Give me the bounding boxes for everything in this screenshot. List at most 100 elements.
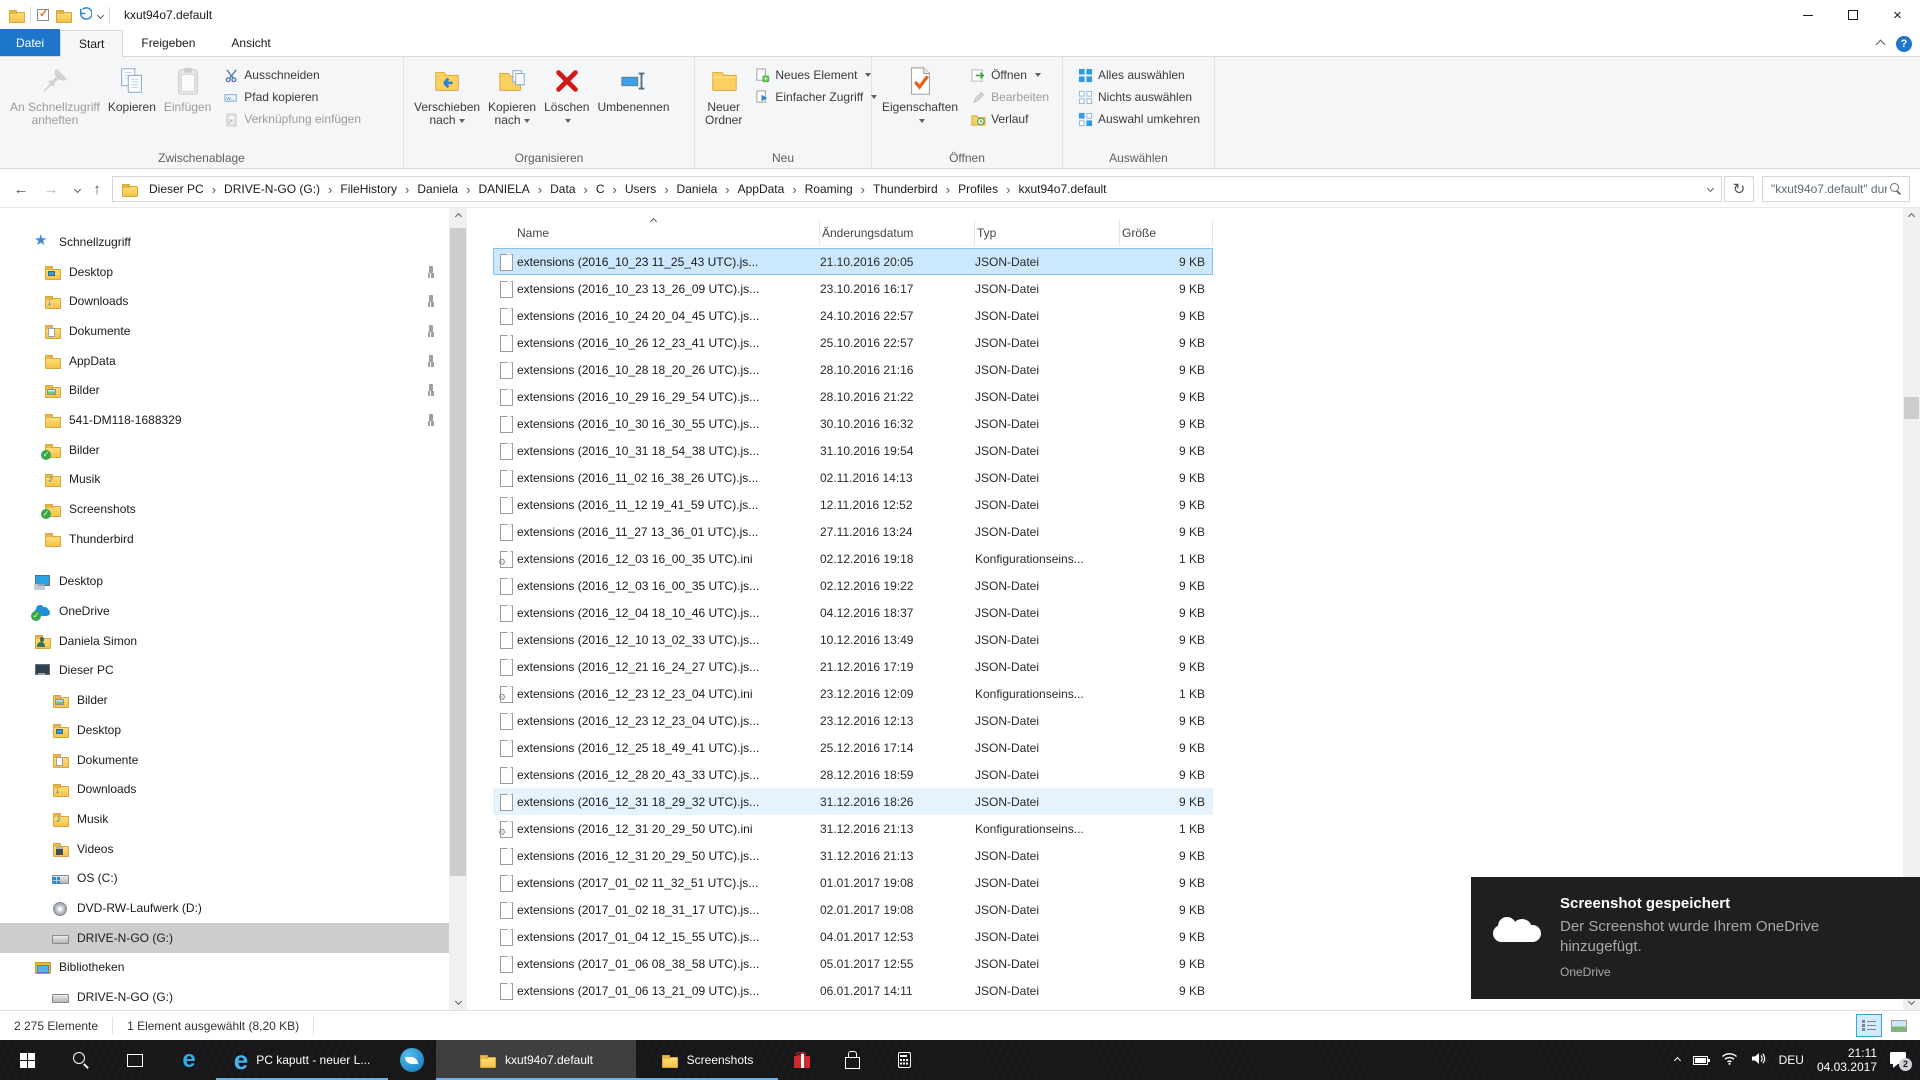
file-row[interactable]: extensions (2017_01_02 11_32_51 UTC).js.… — [493, 869, 1213, 896]
file-row[interactable]: extensions (2017_01_06 08_38_58 UTC).js.… — [493, 950, 1213, 977]
battery-icon[interactable] — [1692, 1055, 1710, 1065]
taskbar-button-gift-app[interactable] — [778, 1040, 826, 1080]
action-center-icon[interactable]: 2 — [1890, 1051, 1912, 1071]
taskbar-button-ie-window[interactable]: e PC kaputt - neuer L... — [216, 1040, 388, 1080]
breadcrumb-item[interactable]: Profiles — [952, 177, 1004, 201]
refresh-button[interactable]: ↻ — [1724, 176, 1754, 202]
file-row[interactable]: extensions (2017_01_02 18_31_17 UTC).js.… — [493, 896, 1213, 923]
column-header-typ[interactable]: Typ — [975, 220, 1120, 246]
sidebar-item-musik[interactable]: ♪ Musik — [0, 804, 449, 834]
back-button[interactable]: ← — [8, 176, 34, 202]
taskbar-button-start[interactable] — [0, 1040, 54, 1080]
breadcrumb-item[interactable]: Thunderbird — [867, 177, 944, 201]
breadcrumb-item[interactable]: Users — [619, 177, 662, 201]
file-row[interactable]: extensions (2016_12_23 12_23_04 UTC).js.… — [493, 707, 1213, 734]
edit-button[interactable]: Bearbeiten — [966, 86, 1053, 108]
breadcrumb-item[interactable]: Data — [544, 177, 581, 201]
file-row[interactable]: extensions (2016_10_31 18_54_38 UTC).js.… — [493, 437, 1213, 464]
pinned-icon[interactable] — [424, 413, 437, 427]
copy-to-button[interactable]: Kopieren nach — [484, 60, 540, 127]
pin-to-quick-access-button[interactable]: An Schnellzugriff anheften — [6, 60, 104, 130]
sidebar-item-drive-n-go-g-[interactable]: DRIVE-N-GO (G:) — [0, 922, 449, 953]
sidebar-item-bilder[interactable]: Bilder — [0, 685, 449, 715]
qat-undo-icon[interactable] — [77, 6, 93, 24]
taskbar-button-calculator[interactable] — [878, 1040, 930, 1080]
easy-access-button[interactable]: Einfacher Zugriff — [750, 86, 881, 108]
breadcrumb-item[interactable]: Roaming — [799, 177, 859, 201]
open-button[interactable]: Öffnen — [966, 64, 1053, 86]
sidebar-item-541-dm118-1688329[interactable]: 541-DM118-1688329 — [0, 405, 449, 435]
file-row[interactable]: extensions (2016_12_03 16_00_35 UTC).js.… — [493, 572, 1213, 599]
sidebar-item-appdata[interactable]: AppData — [0, 346, 449, 376]
volume-icon[interactable] — [1751, 1052, 1766, 1068]
properties-button[interactable]: Eigenschaften — [878, 60, 962, 130]
paste-shortcut-button[interactable]: Verknüpfung einfügen — [219, 108, 365, 130]
delete-button[interactable]: Löschen — [540, 60, 593, 127]
pinned-icon[interactable] — [424, 265, 437, 278]
sidebar-item-drive-n-go-g-[interactable]: DRIVE-N-GO (G:) — [0, 982, 449, 1010]
taskbar-button-thunderbird[interactable] — [388, 1040, 436, 1080]
sidebar-item-desktop[interactable]: Desktop — [0, 715, 449, 745]
minimize-button[interactable] — [1785, 0, 1830, 30]
taskbar-button-store[interactable] — [826, 1040, 878, 1080]
invert-selection-button[interactable]: Auswahl umkehren — [1073, 108, 1204, 130]
file-row[interactable]: extensions (2017_01_04 12_15_55 UTC).js.… — [493, 923, 1213, 950]
forward-button[interactable]: → — [38, 176, 64, 202]
file-row[interactable]: extensions (2016_12_31 18_29_32 UTC).js.… — [493, 788, 1213, 815]
qat-customize-chevron-icon[interactable] — [96, 11, 105, 19]
scroll-up-icon[interactable] — [449, 208, 467, 225]
move-to-button[interactable]: Verschieben nach — [410, 60, 484, 127]
select-none-button[interactable]: Nichts auswählen — [1073, 86, 1204, 108]
file-list-scrollbar-thumb[interactable] — [1904, 397, 1919, 419]
rename-button[interactable]: Umbenennen — [593, 60, 673, 127]
language-indicator[interactable]: DEU — [1779, 1053, 1804, 1067]
file-row[interactable]: extensions (2016_10_28 18_20_26 UTC).js.… — [493, 356, 1213, 383]
taskbar-button-explorer-kxut94o7[interactable]: kxut94o7.default — [436, 1040, 636, 1080]
scroll-up-icon[interactable] — [1903, 208, 1920, 225]
onedrive-notification[interactable]: Screenshot gespeichert Der Screenshot wu… — [1471, 877, 1920, 999]
column-header-gr-e[interactable]: Größe — [1120, 220, 1213, 246]
copy-path-button[interactable]: W... Pfad kopieren — [219, 86, 365, 108]
restore-button[interactable] — [1830, 0, 1875, 30]
file-row[interactable]: extensions (2016_10_29 16_29_54 UTC).js.… — [493, 383, 1213, 410]
sidebar-item-downloads[interactable]: ↓ Downloads — [0, 774, 449, 804]
sidebar-item-os-c-[interactable]: OS (C:) — [0, 863, 449, 893]
sidebar-item-musik[interactable]: ♪ Musik — [0, 465, 449, 495]
cut-button[interactable]: Ausschneiden — [219, 64, 365, 86]
breadcrumb-item[interactable]: kxut94o7.default — [1012, 177, 1112, 201]
sidebar-item-dieser-pc[interactable]: Dieser PC — [0, 656, 449, 686]
tab-freigeben[interactable]: Freigeben — [123, 29, 213, 56]
qat-properties-icon[interactable] — [37, 7, 49, 21]
column-header-name[interactable]: Name — [493, 220, 820, 246]
file-row[interactable]: extensions (2016_12_04 18_10_46 UTC).js.… — [493, 599, 1213, 626]
pinned-icon[interactable] — [424, 354, 437, 367]
file-row[interactable]: extensions (2016_10_30 16_30_55 UTC).js.… — [493, 410, 1213, 437]
sidebar-item-desktop[interactable]: Desktop — [0, 567, 449, 597]
file-row[interactable]: extensions (2016_12_28 20_43_33 UTC).js.… — [493, 761, 1213, 788]
tray-overflow-chevron-icon[interactable] — [1673, 1056, 1681, 1064]
sidebar-item-dokumente[interactable]: Dokumente — [0, 316, 449, 346]
file-row[interactable]: extensions (2016_12_31 20_29_50 UTC).js.… — [493, 842, 1213, 869]
sidebar-item-desktop[interactable]: Desktop — [0, 257, 449, 287]
paste-button[interactable]: Einfügen — [160, 60, 215, 130]
file-row[interactable]: extensions (2016_11_12 19_41_59 UTC).js.… — [493, 491, 1213, 518]
scroll-down-icon[interactable] — [449, 993, 467, 1010]
file-row[interactable]: extensions (2016_11_02 16_38_26 UTC).js.… — [493, 464, 1213, 491]
wifi-icon[interactable] — [1721, 1052, 1738, 1068]
file-row[interactable]: ⚙ extensions (2016_12_31 20_29_50 UTC).in… — [493, 815, 1213, 842]
sidebar-item-videos[interactable]: Videos — [0, 834, 449, 864]
file-row[interactable]: extensions (2016_10_24 20_04_45 UTC).js.… — [493, 302, 1213, 329]
history-button[interactable]: Verlauf — [966, 108, 1053, 130]
file-row[interactable]: extensions (2016_10_26 12_23_41 UTC).js.… — [493, 329, 1213, 356]
taskbar-button-explorer-screenshots[interactable]: Screenshots — [636, 1040, 778, 1080]
breadcrumb-item[interactable]: DRIVE-N-GO (G:) — [218, 177, 326, 201]
help-icon[interactable]: ? — [1896, 36, 1912, 52]
sidebar-item-schnellzugriff[interactable]: Schnellzugriff — [0, 227, 449, 257]
up-button[interactable]: ↑ — [84, 176, 110, 202]
breadcrumb-item[interactable]: FileHistory — [334, 177, 403, 201]
new-folder-button[interactable]: Neuer Ordner — [701, 60, 746, 127]
file-row[interactable]: ⚙ extensions (2016_12_23 12_23_04 UTC).in… — [493, 680, 1213, 707]
new-item-button[interactable]: Neues Element — [750, 64, 881, 86]
search-icon[interactable] — [1889, 182, 1903, 196]
breadcrumb-item[interactable]: Daniela — [411, 177, 464, 201]
